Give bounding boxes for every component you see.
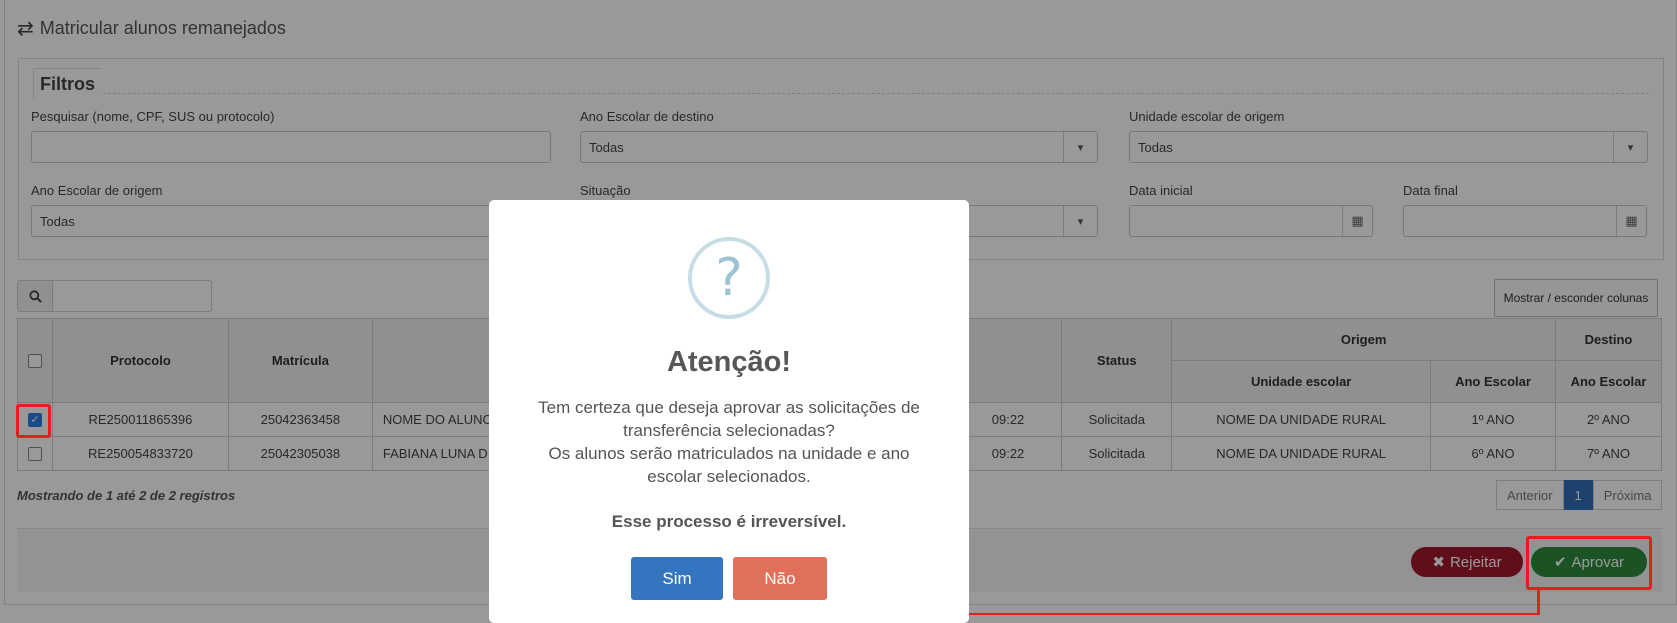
annotation-arrow-horizontal — [910, 613, 1540, 615]
dialog-message-line1: Tem certeza que deseja aprovar as solici… — [538, 398, 920, 440]
annotation-arrow-vertical — [1537, 590, 1540, 615]
cancel-button[interactable]: Não — [733, 557, 827, 600]
highlight-checkbox-box — [16, 404, 51, 438]
highlight-approve-box — [1526, 536, 1652, 590]
dialog-title: Atenção! — [666, 346, 792, 378]
dialog-message-line2: Os alunos serão matriculados na unidade … — [548, 444, 910, 486]
dialog-message: Tem certeza que deseja aprovar as solici… — [529, 396, 929, 488]
question-icon: ? — [688, 237, 770, 319]
confirm-dialog: ? Atenção! Tem certeza que deseja aprova… — [489, 200, 969, 623]
confirm-button[interactable]: Sim — [631, 557, 723, 600]
dialog-warning: Esse processo é irreversível. — [611, 512, 847, 531]
